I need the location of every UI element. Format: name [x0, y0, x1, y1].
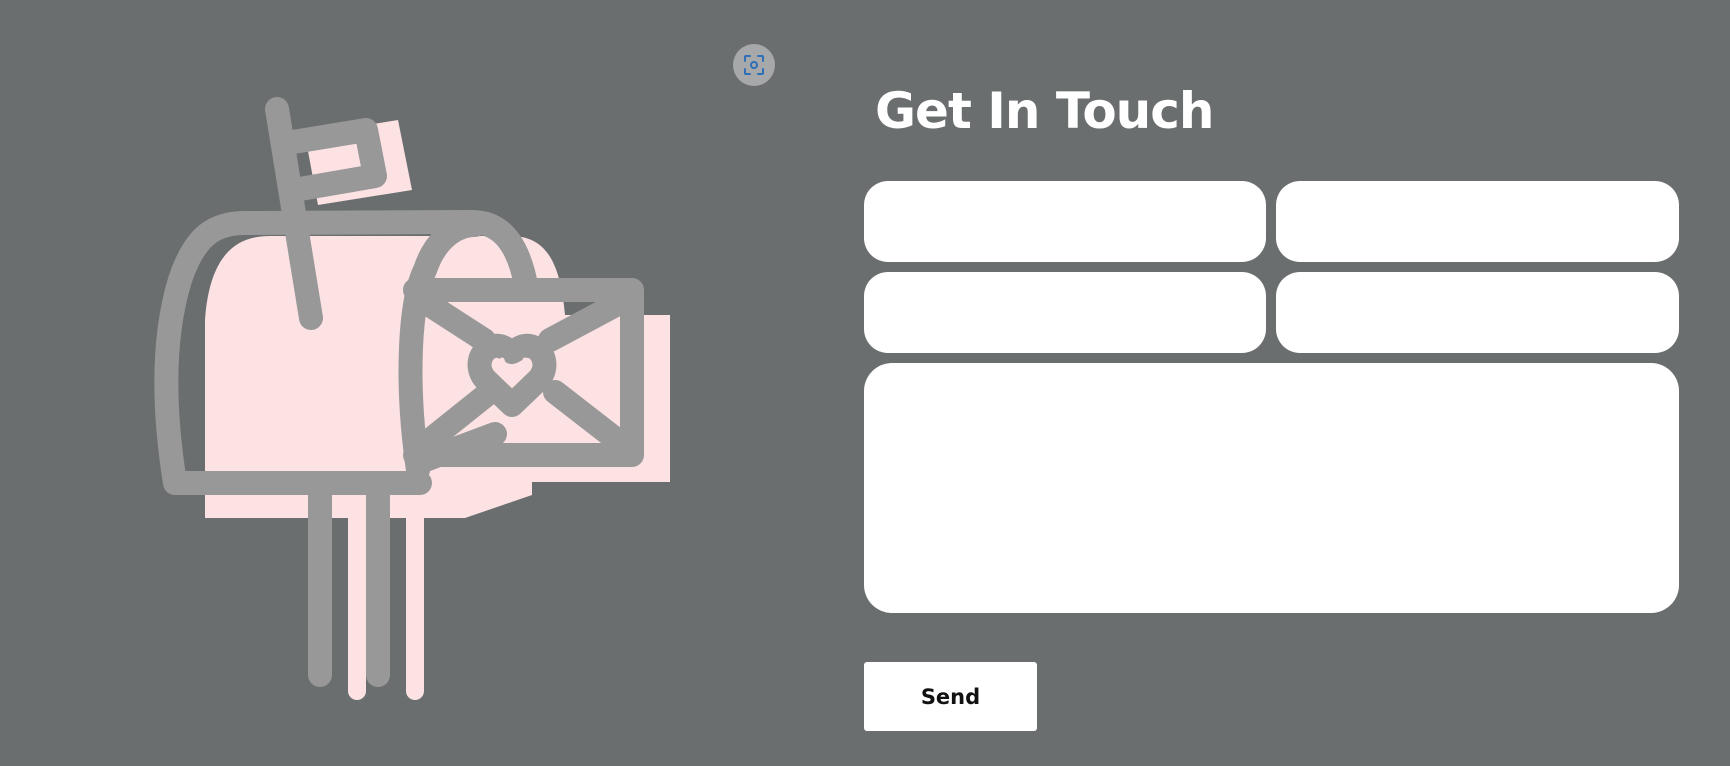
- resize-handle-icon[interactable]: [1666, 598, 1678, 610]
- last-name-field[interactable]: [1276, 181, 1679, 262]
- send-button[interactable]: Send: [864, 662, 1037, 731]
- phone-field[interactable]: [1276, 272, 1679, 353]
- screenshot-button[interactable]: [733, 44, 775, 86]
- mailbox-illustration: [150, 95, 680, 715]
- mailbox-fill: [205, 120, 670, 700]
- page-title: Get In Touch: [875, 82, 1215, 140]
- scan-camera-icon: [744, 55, 764, 75]
- message-field[interactable]: [864, 363, 1679, 613]
- first-name-field[interactable]: [864, 181, 1266, 262]
- email-field[interactable]: [864, 272, 1266, 353]
